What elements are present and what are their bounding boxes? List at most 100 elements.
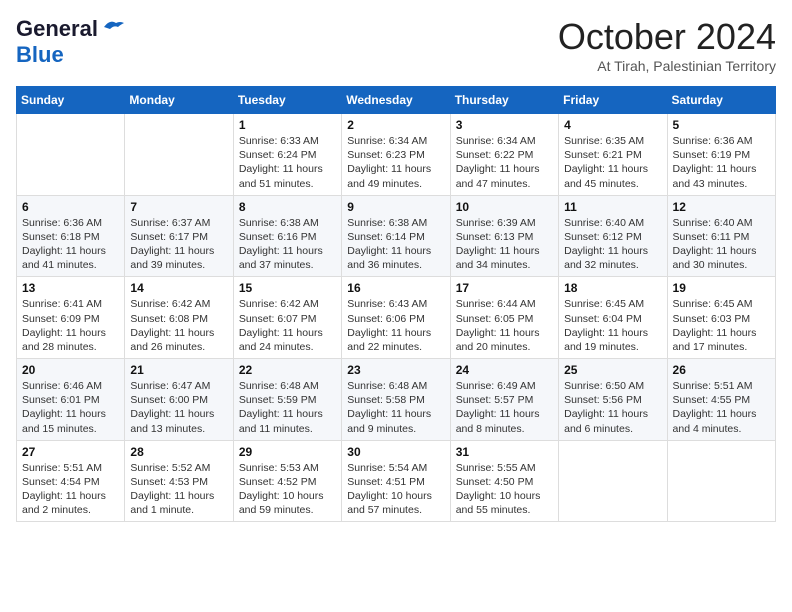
calendar-cell: 4Sunrise: 6:35 AM Sunset: 6:21 PM Daylig… xyxy=(559,114,667,196)
day-info: Sunrise: 6:45 AM Sunset: 6:04 PM Dayligh… xyxy=(564,297,661,354)
calendar-cell: 30Sunrise: 5:54 AM Sunset: 4:51 PM Dayli… xyxy=(342,440,450,522)
day-number: 25 xyxy=(564,363,661,377)
calendar-cell: 25 Sunrise: 6:50 AM Sunset: 5:56 PM Dayli… xyxy=(559,359,667,441)
calendar-cell xyxy=(17,114,125,196)
calendar-cell xyxy=(125,114,233,196)
day-number: 30 xyxy=(347,445,444,459)
calendar-cell: 21 Sunrise: 6:47 AM Sunset: 6:00 PM Dayli… xyxy=(125,359,233,441)
day-number: 3 xyxy=(456,118,553,132)
page-header: General Blue October 2024 At Tirah, Pale… xyxy=(16,16,776,74)
calendar-cell: 28 Sunrise: 5:52 AM Sunset: 4:53 PM Dayli… xyxy=(125,440,233,522)
calendar-cell: 22Sunrise: 6:48 AM Sunset: 5:59 PM Dayli… xyxy=(233,359,341,441)
day-info: Sunrise: 6:34 AM Sunset: 6:22 PM Dayligh… xyxy=(456,134,553,191)
calendar-cell: 31Sunrise: 5:55 AM Sunset: 4:50 PM Dayli… xyxy=(450,440,558,522)
calendar-cell xyxy=(559,440,667,522)
week-row-2: 6 Sunrise: 6:36 AM Sunset: 6:18 PM Daylig… xyxy=(17,195,776,277)
day-info: Sunrise: 6:50 AM Sunset: 5:56 PM Dayligh… xyxy=(564,379,661,436)
calendar-cell: 7 Sunrise: 6:37 AM Sunset: 6:17 PM Daylig… xyxy=(125,195,233,277)
calendar-cell: 6 Sunrise: 6:36 AM Sunset: 6:18 PM Daylig… xyxy=(17,195,125,277)
logo-general-text: General xyxy=(16,16,98,42)
day-number: 10 xyxy=(456,200,553,214)
day-number: 7 xyxy=(130,200,227,214)
column-header-wednesday: Wednesday xyxy=(342,87,450,114)
day-info: Sunrise: 5:53 AM Sunset: 4:52 PM Dayligh… xyxy=(239,461,336,518)
day-number: 2 xyxy=(347,118,444,132)
day-number: 14 xyxy=(130,281,227,295)
day-info: Sunrise: 6:36 AM Sunset: 6:18 PM Dayligh… xyxy=(22,216,119,273)
day-info: Sunrise: 6:47 AM Sunset: 6:00 PM Dayligh… xyxy=(130,379,227,436)
day-info: Sunrise: 6:42 AM Sunset: 6:08 PM Dayligh… xyxy=(130,297,227,354)
day-number: 18 xyxy=(564,281,661,295)
day-number: 27 xyxy=(22,445,119,459)
day-info: Sunrise: 5:51 AM Sunset: 4:54 PM Dayligh… xyxy=(22,461,119,518)
calendar-cell: 9Sunrise: 6:38 AM Sunset: 6:14 PM Daylig… xyxy=(342,195,450,277)
day-number: 15 xyxy=(239,281,336,295)
day-number: 8 xyxy=(239,200,336,214)
calendar-cell: 11Sunrise: 6:40 AM Sunset: 6:12 PM Dayli… xyxy=(559,195,667,277)
day-number: 1 xyxy=(239,118,336,132)
day-info: Sunrise: 6:42 AM Sunset: 6:07 PM Dayligh… xyxy=(239,297,336,354)
day-info: Sunrise: 6:48 AM Sunset: 5:58 PM Dayligh… xyxy=(347,379,444,436)
day-info: Sunrise: 6:40 AM Sunset: 6:11 PM Dayligh… xyxy=(673,216,770,273)
day-number: 26 xyxy=(673,363,770,377)
day-info: Sunrise: 6:36 AM Sunset: 6:19 PM Dayligh… xyxy=(673,134,770,191)
day-number: 19 xyxy=(673,281,770,295)
day-info: Sunrise: 5:52 AM Sunset: 4:53 PM Dayligh… xyxy=(130,461,227,518)
week-row-3: 13 Sunrise: 6:41 AM Sunset: 6:09 PM Dayli… xyxy=(17,277,776,359)
day-info: Sunrise: 6:34 AM Sunset: 6:23 PM Dayligh… xyxy=(347,134,444,191)
calendar-cell: 17 Sunrise: 6:44 AM Sunset: 6:05 PM Dayli… xyxy=(450,277,558,359)
calendar-cell: 13 Sunrise: 6:41 AM Sunset: 6:09 PM Dayli… xyxy=(17,277,125,359)
day-info: Sunrise: 6:37 AM Sunset: 6:17 PM Dayligh… xyxy=(130,216,227,273)
day-info: Sunrise: 6:41 AM Sunset: 6:09 PM Dayligh… xyxy=(22,297,119,354)
column-header-tuesday: Tuesday xyxy=(233,87,341,114)
day-number: 31 xyxy=(456,445,553,459)
day-info: Sunrise: 6:39 AM Sunset: 6:13 PM Dayligh… xyxy=(456,216,553,273)
calendar-cell xyxy=(667,440,775,522)
calendar-cell: 16Sunrise: 6:43 AM Sunset: 6:06 PM Dayli… xyxy=(342,277,450,359)
calendar-cell: 29 Sunrise: 5:53 AM Sunset: 4:52 PM Dayli… xyxy=(233,440,341,522)
week-row-5: 27 Sunrise: 5:51 AM Sunset: 4:54 PM Dayli… xyxy=(17,440,776,522)
location-subtitle: At Tirah, Palestinian Territory xyxy=(558,58,776,74)
day-info: Sunrise: 6:49 AM Sunset: 5:57 PM Dayligh… xyxy=(456,379,553,436)
calendar-cell: 23 Sunrise: 6:48 AM Sunset: 5:58 PM Dayli… xyxy=(342,359,450,441)
day-info: Sunrise: 6:45 AM Sunset: 6:03 PM Dayligh… xyxy=(673,297,770,354)
calendar-cell: 26 Sunrise: 5:51 AM Sunset: 4:55 PM Dayli… xyxy=(667,359,775,441)
calendar-cell: 3 Sunrise: 6:34 AM Sunset: 6:22 PM Daylig… xyxy=(450,114,558,196)
calendar-cell: 14 Sunrise: 6:42 AM Sunset: 6:08 PM Dayli… xyxy=(125,277,233,359)
day-number: 12 xyxy=(673,200,770,214)
calendar-cell: 8 Sunrise: 6:38 AM Sunset: 6:16 PM Daylig… xyxy=(233,195,341,277)
day-number: 16 xyxy=(347,281,444,295)
calendar-table: SundayMondayTuesdayWednesdayThursdayFrid… xyxy=(16,86,776,522)
calendar-cell: 18 Sunrise: 6:45 AM Sunset: 6:04 PM Dayli… xyxy=(559,277,667,359)
day-number: 9 xyxy=(347,200,444,214)
day-info: Sunrise: 6:46 AM Sunset: 6:01 PM Dayligh… xyxy=(22,379,119,436)
calendar-cell: 15 Sunrise: 6:42 AM Sunset: 6:07 PM Dayli… xyxy=(233,277,341,359)
day-number: 28 xyxy=(130,445,227,459)
day-number: 17 xyxy=(456,281,553,295)
day-info: Sunrise: 6:35 AM Sunset: 6:21 PM Dayligh… xyxy=(564,134,661,191)
day-info: Sunrise: 6:38 AM Sunset: 6:16 PM Dayligh… xyxy=(239,216,336,273)
column-header-friday: Friday xyxy=(559,87,667,114)
day-info: Sunrise: 6:44 AM Sunset: 6:05 PM Dayligh… xyxy=(456,297,553,354)
column-header-sunday: Sunday xyxy=(17,87,125,114)
day-info: Sunrise: 6:48 AM Sunset: 5:59 PM Dayligh… xyxy=(239,379,336,436)
day-info: Sunrise: 6:33 AM Sunset: 6:24 PM Dayligh… xyxy=(239,134,336,191)
day-number: 5 xyxy=(673,118,770,132)
day-info: Sunrise: 5:51 AM Sunset: 4:55 PM Dayligh… xyxy=(673,379,770,436)
column-header-monday: Monday xyxy=(125,87,233,114)
day-number: 13 xyxy=(22,281,119,295)
logo-bird-icon xyxy=(102,19,124,35)
day-number: 21 xyxy=(130,363,227,377)
day-number: 29 xyxy=(239,445,336,459)
day-number: 23 xyxy=(347,363,444,377)
column-header-thursday: Thursday xyxy=(450,87,558,114)
calendar-cell: 20Sunrise: 6:46 AM Sunset: 6:01 PM Dayli… xyxy=(17,359,125,441)
calendar-cell: 10 Sunrise: 6:39 AM Sunset: 6:13 PM Dayli… xyxy=(450,195,558,277)
calendar-cell: 2 Sunrise: 6:34 AM Sunset: 6:23 PM Daylig… xyxy=(342,114,450,196)
day-number: 24 xyxy=(456,363,553,377)
calendar-header-row: SundayMondayTuesdayWednesdayThursdayFrid… xyxy=(17,87,776,114)
day-info: Sunrise: 6:40 AM Sunset: 6:12 PM Dayligh… xyxy=(564,216,661,273)
day-number: 6 xyxy=(22,200,119,214)
week-row-4: 20Sunrise: 6:46 AM Sunset: 6:01 PM Dayli… xyxy=(17,359,776,441)
calendar-cell: 12 Sunrise: 6:40 AM Sunset: 6:11 PM Dayli… xyxy=(667,195,775,277)
